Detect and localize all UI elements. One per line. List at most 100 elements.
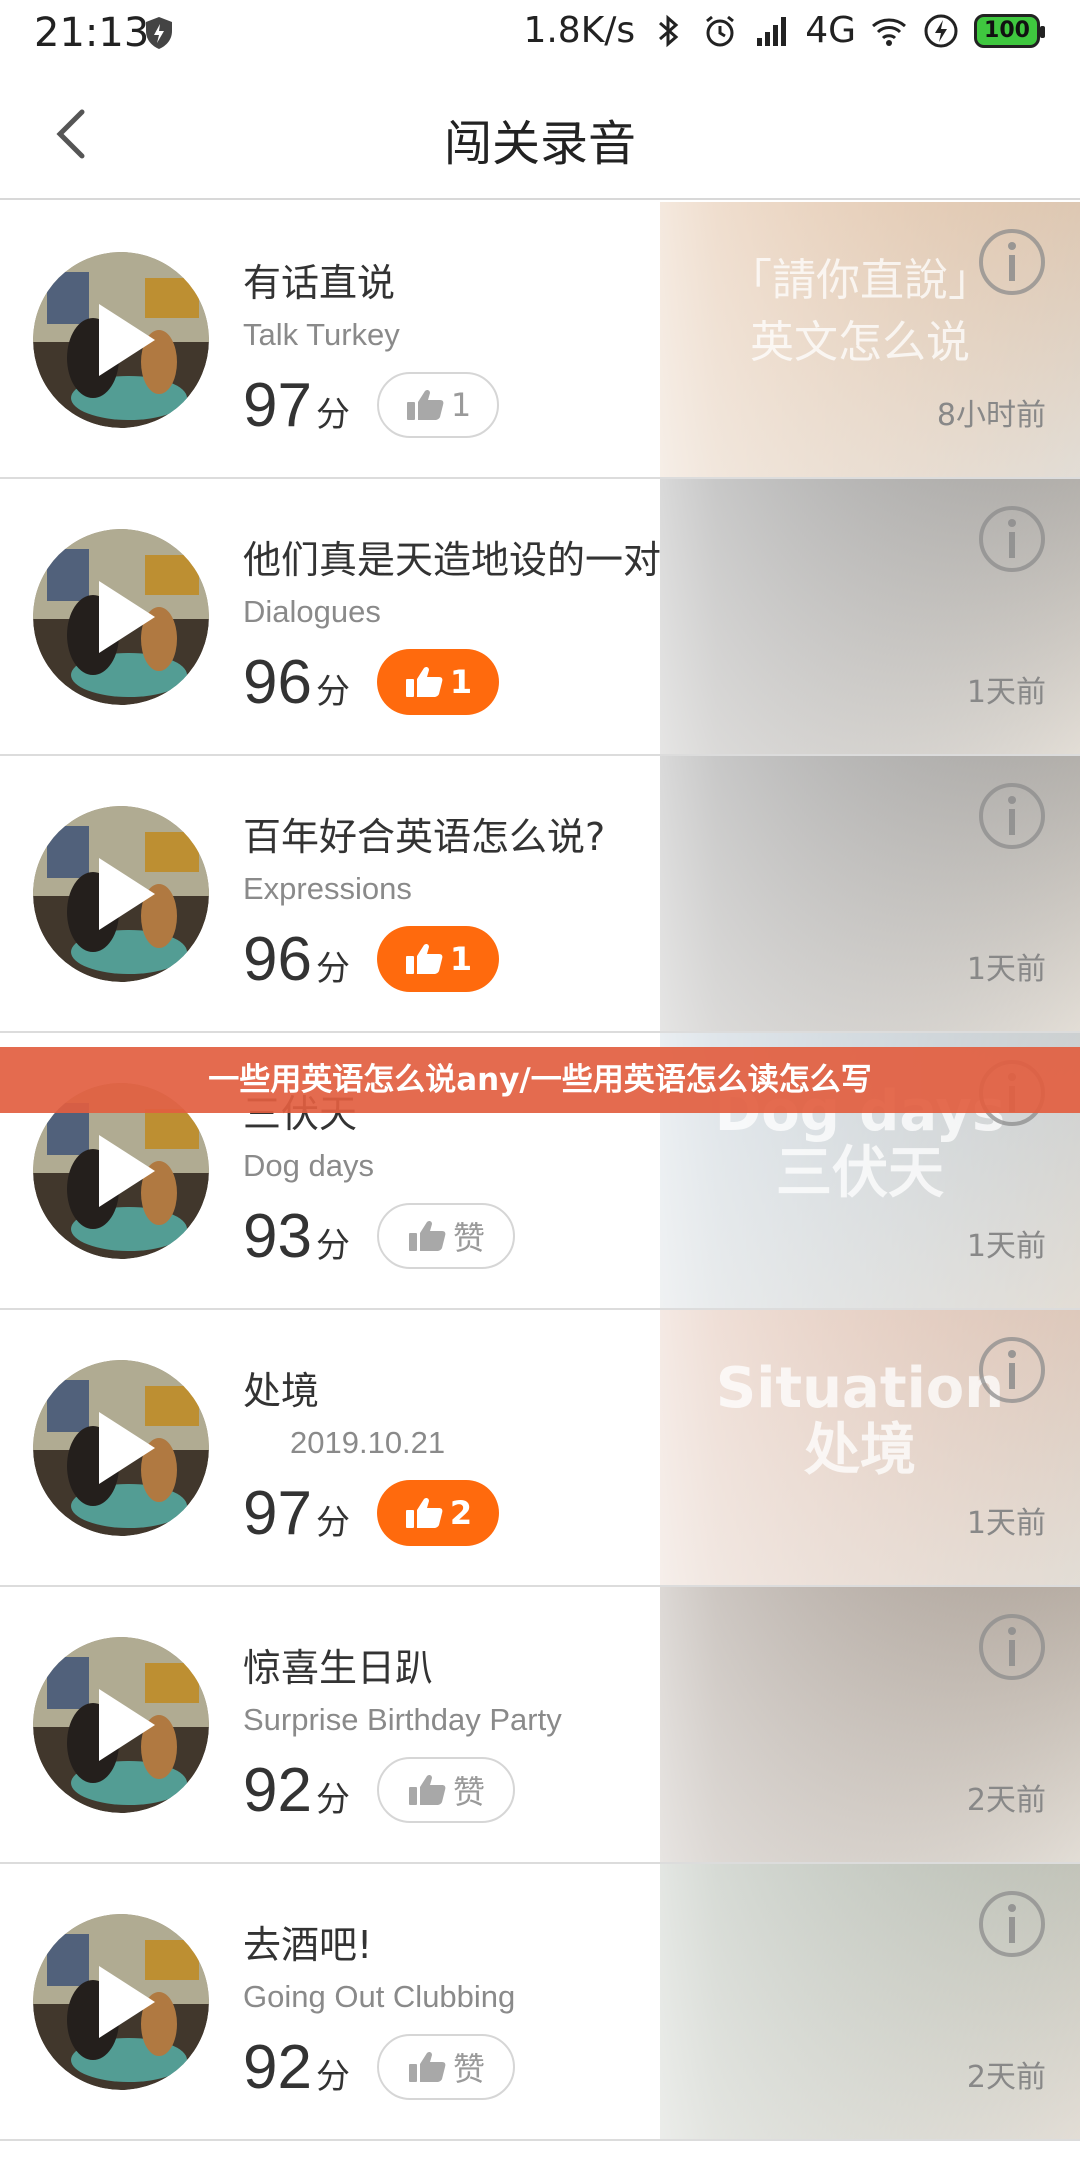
score-unit: 分 — [315, 1227, 350, 1265]
info-icon[interactable] — [976, 503, 1048, 575]
play-thumbnail[interactable] — [33, 1637, 209, 1813]
app-header: 闯关录音 — [0, 68, 1080, 200]
timestamp: 2天前 — [966, 1783, 1046, 1818]
timestamp: 8小时前 — [936, 398, 1046, 433]
status-time: 21:13 — [34, 10, 150, 56]
score-unit: 分 — [315, 396, 350, 434]
play-thumbnail[interactable] — [33, 806, 209, 982]
thumbnail-image — [33, 1360, 209, 1536]
thumbnail-image — [33, 1637, 209, 1813]
list-item[interactable]: 惊喜生日趴 Surprise Birthday Party 92 分 赞 2天前 — [0, 1587, 1080, 1864]
overlay-banner: 一些用英语怎么说any/一些用英语怎么读怎么写 — [0, 1047, 1080, 1113]
timestamp: 1天前 — [966, 952, 1046, 987]
recording-list: 「請你直說」 英文怎么说 有话直说 Talk Turkey 97 分 1 8小时… — [0, 202, 1080, 2141]
score-value: 92 — [243, 2033, 312, 2102]
thumbs-up-icon — [408, 1774, 446, 1805]
timestamp: 1天前 — [966, 1506, 1046, 1541]
score-unit: 分 — [315, 2058, 350, 2096]
score-unit: 分 — [315, 1781, 350, 1819]
like-button[interactable]: 1 — [377, 926, 499, 992]
signal-icon — [757, 16, 787, 46]
like-button[interactable]: 1 — [377, 372, 499, 438]
wifi-icon — [872, 18, 906, 46]
score-value: 93 — [243, 1202, 312, 1271]
network-type: 4G — [805, 10, 856, 51]
background-caption-line: 英文怎么说 — [750, 317, 970, 368]
lesson-subtitle: Going Out Clubbing — [243, 1979, 516, 2014]
info-icon[interactable] — [976, 1611, 1048, 1683]
info-icon[interactable] — [976, 226, 1048, 298]
list-item[interactable]: 他们真是天造地设的一对 Dialogues 96 分 1 1天前 — [0, 479, 1080, 756]
info-icon[interactable] — [976, 1334, 1048, 1406]
like-button[interactable]: 2 — [377, 1480, 499, 1546]
lesson-title: 他们真是天造地设的一对 — [243, 538, 662, 582]
background-caption-line: 三伏天 — [776, 1141, 944, 1206]
background-caption: Situation 处境 — [700, 1358, 1020, 1482]
battery-icon: 100 — [974, 13, 1045, 48]
score: 97 分 — [243, 370, 350, 441]
like-button[interactable]: 1 — [377, 649, 499, 715]
lesson-subtitle: 2019.10.21 — [290, 1425, 446, 1460]
like-count: 赞 — [452, 1773, 485, 1811]
lesson-title: 处境 — [243, 1369, 320, 1413]
thumbs-up-icon — [406, 389, 444, 420]
background-caption-line: 处境 — [804, 1418, 916, 1483]
thumbnail-image — [33, 806, 209, 982]
bluetooth-icon — [659, 14, 679, 47]
play-thumbnail[interactable] — [33, 252, 209, 428]
list-item[interactable]: Situation 处境 处境 2019.10.21 97 分 2 1天前 — [0, 1310, 1080, 1587]
battery-level: 100 — [984, 18, 1030, 43]
score: 92 分 — [243, 2032, 350, 2103]
timestamp: 1天前 — [966, 1229, 1046, 1264]
lesson-subtitle: Surprise Birthday Party — [243, 1702, 562, 1737]
charging-icon — [924, 14, 958, 47]
like-count: 1 — [449, 663, 473, 701]
list-item[interactable]: 去酒吧! Going Out Clubbing 92 分 赞 2天前 — [0, 1864, 1080, 2141]
lesson-subtitle: Expressions — [243, 871, 412, 906]
score-value: 92 — [243, 1756, 312, 1825]
alarm-icon — [706, 15, 735, 46]
thumbs-up-icon — [405, 943, 443, 974]
score: 96 分 — [243, 924, 350, 995]
thumbnail-image — [33, 1914, 209, 2090]
thumbs-up-icon — [405, 1497, 443, 1528]
thumbs-up-icon — [408, 1220, 446, 1251]
score-unit: 分 — [315, 950, 350, 988]
network-speed: 1.8K/s — [523, 10, 636, 51]
background-caption: 「請你直說」 英文怎么说 — [700, 250, 1020, 374]
like-count: 2 — [449, 1494, 473, 1532]
lesson-title: 有话直说 — [243, 261, 396, 305]
like-button[interactable]: 赞 — [377, 1203, 515, 1269]
lesson-subtitle: Dog days — [243, 1148, 374, 1183]
score: 93 分 — [243, 1201, 350, 1272]
play-thumbnail[interactable] — [33, 1914, 209, 2090]
like-count: 1 — [450, 386, 472, 424]
list-item[interactable]: 「請你直說」 英文怎么说 有话直说 Talk Turkey 97 分 1 8小时… — [0, 202, 1080, 479]
score-unit: 分 — [315, 1504, 350, 1542]
background-caption-line: 「請你直說」 — [728, 255, 992, 306]
score: 92 分 — [243, 1755, 350, 1826]
status-bar: 21:13 1.8K/s 4G 100 — [0, 0, 1080, 68]
thumbnail-image — [33, 529, 209, 705]
page-title: 闯关录音 — [443, 116, 636, 172]
score-value: 96 — [243, 925, 312, 994]
timestamp: 2天前 — [966, 2060, 1046, 2095]
like-count: 赞 — [452, 2050, 485, 2088]
play-thumbnail[interactable] — [33, 529, 209, 705]
lesson-title: 百年好合英语怎么说? — [243, 815, 606, 859]
score-value: 96 — [243, 648, 312, 717]
score: 97 分 — [243, 1478, 350, 1549]
play-thumbnail[interactable] — [33, 1360, 209, 1536]
like-button[interactable]: 赞 — [377, 2034, 515, 2100]
thumbs-up-icon — [408, 2051, 446, 2082]
score: 96 分 — [243, 647, 350, 718]
score-value: 97 — [243, 1479, 312, 1548]
status-icons: 1.8K/s 4G 100 — [523, 10, 1045, 51]
like-button[interactable]: 赞 — [377, 1757, 515, 1823]
timestamp: 1天前 — [966, 675, 1046, 710]
list-item[interactable]: 百年好合英语怎么说? Expressions 96 分 1 1天前 — [0, 756, 1080, 1033]
lesson-subtitle: Talk Turkey — [243, 317, 400, 352]
info-icon[interactable] — [976, 780, 1048, 852]
background-caption-line: Situation — [715, 1356, 1005, 1421]
info-icon[interactable] — [976, 1888, 1048, 1960]
